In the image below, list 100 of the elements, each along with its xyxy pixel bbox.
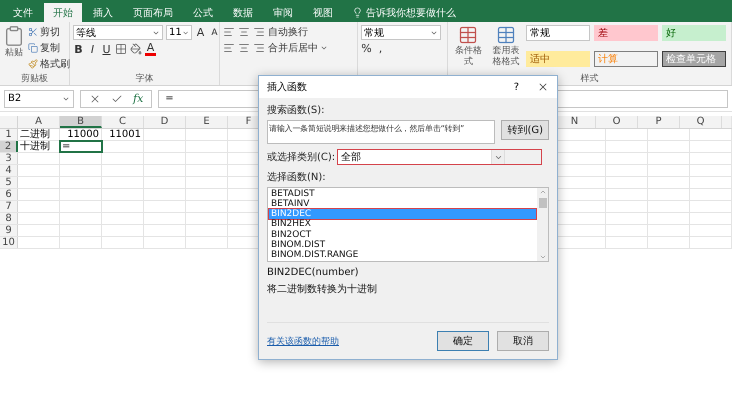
- close-icon[interactable]: [537, 81, 549, 93]
- table-cell: =: [60, 141, 102, 152]
- function-item[interactable]: BETADIST: [269, 189, 536, 200]
- font-size-field[interactable]: 11: [166, 25, 192, 40]
- help-button[interactable]: ?: [514, 82, 519, 92]
- row-header[interactable]: 9: [0, 225, 18, 236]
- cell-style[interactable]: 适中: [526, 50, 590, 66]
- cancel-icon[interactable]: [89, 92, 101, 104]
- shrink-font-button[interactable]: A: [209, 28, 220, 38]
- wrap-text-button[interactable]: 自动换行: [268, 25, 308, 39]
- border-icon[interactable]: [115, 43, 127, 55]
- format-as-table-button[interactable]: 套用表格格式: [488, 25, 523, 73]
- align-center-icon[interactable]: [238, 26, 250, 38]
- font-name-field[interactable]: 等线: [73, 25, 163, 40]
- category-select[interactable]: 全部: [337, 149, 542, 165]
- function-item[interactable]: BINOM.DIST.RANGE: [269, 250, 536, 260]
- lightbulb-icon: [352, 7, 363, 18]
- align-left-icon[interactable]: [223, 42, 235, 54]
- align-left-icon[interactable]: [223, 26, 235, 38]
- column-header[interactable]: O: [596, 116, 638, 128]
- dialog-title: 插入函数: [267, 80, 307, 94]
- row-header[interactable]: 1: [0, 129, 18, 140]
- table-cell: 十进制: [18, 141, 60, 152]
- function-item[interactable]: BIN2OCT: [269, 230, 536, 240]
- function-description: 将二进制数转换为十进制: [267, 282, 378, 296]
- column-header[interactable]: B: [60, 116, 102, 128]
- font-color-button[interactable]: A: [145, 42, 156, 56]
- insert-function-button[interactable]: fx: [133, 92, 144, 105]
- table-cell: 11001: [102, 129, 144, 140]
- group-label: 样式: [580, 73, 598, 85]
- table-icon: [496, 25, 516, 45]
- align-right-icon[interactable]: [253, 26, 265, 38]
- check-icon[interactable]: [111, 92, 123, 104]
- row-header[interactable]: 4: [0, 165, 18, 176]
- cell-style[interactable]: 好: [662, 25, 726, 41]
- format-painter-button[interactable]: 格式刷: [28, 57, 70, 71]
- scroll-down-icon[interactable]: [538, 253, 546, 261]
- go-button[interactable]: 转到(G): [501, 120, 549, 140]
- group-label: 剪贴板: [21, 73, 48, 85]
- ribbon-tab[interactable]: 页面布局: [124, 3, 182, 22]
- row-header[interactable]: 10: [0, 237, 18, 248]
- row-header[interactable]: 8: [0, 213, 18, 224]
- ribbon-tab[interactable]: 审阅: [264, 3, 302, 22]
- table-cell: 11000: [60, 129, 102, 140]
- name-box[interactable]: B2: [4, 90, 74, 108]
- bold-button[interactable]: B: [73, 42, 84, 56]
- paintbrush-icon: [28, 59, 38, 69]
- comma-button[interactable]: ,: [375, 42, 386, 55]
- scroll-thumb[interactable]: [538, 198, 546, 208]
- table-cell: 二进制: [18, 129, 60, 140]
- column-header[interactable]: C: [102, 116, 144, 128]
- caret-icon: [320, 44, 328, 52]
- grow-font-button[interactable]: A: [195, 26, 206, 39]
- cut-button[interactable]: 剪切: [28, 25, 70, 39]
- cancel-button[interactable]: 取消: [497, 331, 549, 351]
- search-field[interactable]: 请输入一条简短说明来描述您想做什么，然后单击“转到”: [267, 120, 496, 144]
- scroll-up-icon[interactable]: [538, 188, 546, 196]
- row-header[interactable]: 5: [0, 177, 18, 188]
- ribbon-tab[interactable]: 公式: [184, 3, 222, 22]
- merge-center-button[interactable]: 合并后居中: [268, 41, 328, 55]
- group-label: 字体: [136, 73, 154, 85]
- function-list-label: 选择函数(N):: [267, 170, 327, 184]
- fill-color-icon[interactable]: [130, 43, 142, 55]
- conditional-format-button[interactable]: 条件格式: [451, 25, 486, 73]
- copy-button[interactable]: 复制: [28, 41, 70, 55]
- table-icon: [458, 25, 478, 45]
- ribbon-tab[interactable]: 数据: [224, 3, 262, 22]
- paste-button[interactable]: 粘贴: [3, 25, 25, 73]
- function-item[interactable]: BIN2HEX: [269, 219, 536, 230]
- scrollbar[interactable]: [537, 188, 548, 261]
- column-header[interactable]: Q: [680, 116, 722, 128]
- category-label: 或选择类别(C):: [267, 150, 336, 164]
- align-center-icon[interactable]: [238, 42, 250, 54]
- align-right-icon[interactable]: [253, 42, 265, 54]
- help-link[interactable]: 有关该函数的帮助: [267, 334, 339, 348]
- tell-me-search[interactable]: 告诉我你想要做什么: [344, 3, 464, 22]
- italic-button[interactable]: I: [87, 42, 98, 56]
- scissors-icon: [28, 27, 38, 37]
- ribbon-tab[interactable]: 文件: [4, 3, 42, 22]
- column-header[interactable]: P: [638, 116, 680, 128]
- function-signature: BIN2DEC(number): [267, 267, 360, 278]
- row-header[interactable]: 7: [0, 201, 18, 212]
- row-header[interactable]: 2: [0, 141, 18, 152]
- cell-style[interactable]: 差: [594, 25, 658, 41]
- number-format-field[interactable]: 常规: [361, 25, 441, 40]
- row-header[interactable]: 3: [0, 153, 18, 164]
- column-header[interactable]: E: [186, 116, 228, 128]
- underline-button[interactable]: U: [101, 42, 112, 56]
- cell-style[interactable]: 常规: [526, 25, 590, 41]
- clipboard-icon: [3, 25, 25, 47]
- column-header[interactable]: D: [144, 116, 186, 128]
- percent-button[interactable]: %: [361, 42, 372, 55]
- function-item[interactable]: BETAINV: [269, 199, 536, 210]
- ribbon-tab[interactable]: 视图: [304, 3, 342, 22]
- function-item[interactable]: BINOM.DIST: [269, 240, 536, 250]
- ok-button[interactable]: 确定: [437, 331, 489, 351]
- copy-icon: [28, 43, 38, 53]
- ribbon-tab[interactable]: 开始: [44, 3, 82, 22]
- row-header[interactable]: 6: [0, 189, 18, 200]
- ribbon-tab[interactable]: 插入: [84, 3, 122, 22]
